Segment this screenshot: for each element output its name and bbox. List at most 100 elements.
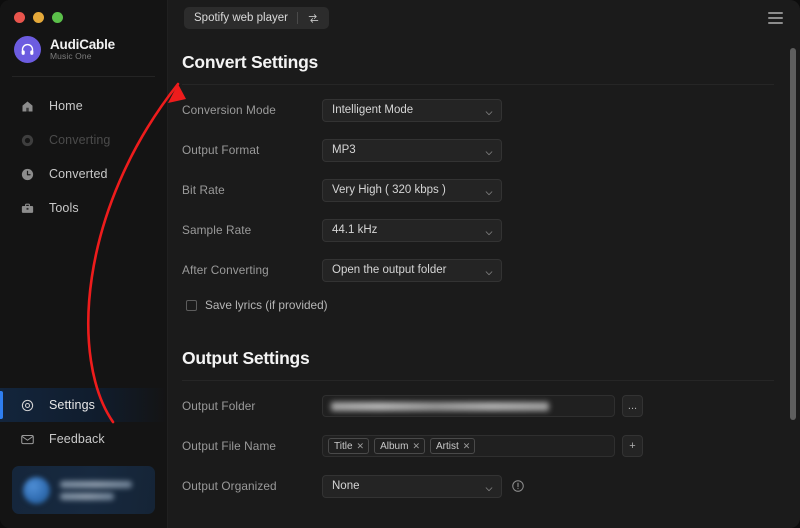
- chevron-down-icon: [484, 145, 494, 156]
- chevron-down-icon: [484, 225, 494, 236]
- close-window-button[interactable]: [14, 12, 25, 23]
- hamburger-menu-icon[interactable]: [768, 10, 786, 26]
- tag-album[interactable]: Album ✕: [374, 438, 425, 454]
- chevron-down-icon: [484, 481, 494, 492]
- info-icon[interactable]: [511, 479, 525, 493]
- setting-row-output-file-name: Output File Name Title ✕ Album ✕ Artist: [182, 431, 774, 461]
- headphones-icon: [14, 36, 41, 63]
- sidebar-item-label: Settings: [49, 398, 95, 412]
- row-label: After Converting: [182, 263, 269, 277]
- tag-title[interactable]: Title ✕: [328, 438, 370, 454]
- window-traffic-lights: [0, 0, 167, 23]
- toolbox-icon: [19, 200, 36, 217]
- pill-divider: [296, 12, 298, 24]
- home-icon: [19, 98, 36, 115]
- maximize-window-button[interactable]: [52, 12, 63, 23]
- tag-label: Album: [380, 440, 409, 452]
- sidebar-item-settings[interactable]: Settings: [0, 388, 167, 422]
- chevron-down-icon: [484, 265, 494, 276]
- output-folder-path-blurred: [331, 401, 549, 411]
- sidebar: AudiCable Music One Home Converting Conv…: [0, 0, 168, 528]
- sample-rate-select[interactable]: 44.1 kHz: [322, 218, 502, 242]
- close-icon[interactable]: ✕: [357, 441, 365, 451]
- add-tag-button[interactable]: +: [622, 435, 643, 457]
- sidebar-item-label: Converting: [49, 133, 111, 147]
- converting-icon: [19, 132, 36, 149]
- scrollbar-track[interactable]: [790, 40, 796, 522]
- section-divider: [182, 84, 774, 85]
- envelope-icon: [19, 431, 36, 448]
- sidebar-item-feedback[interactable]: Feedback: [0, 422, 167, 456]
- account-text-blurred: [60, 480, 144, 500]
- row-label: Bit Rate: [182, 183, 225, 197]
- account-name-blurred: [60, 480, 133, 488]
- sidebar-item-converted[interactable]: Converted: [0, 157, 167, 191]
- section-divider: [182, 380, 774, 381]
- row-label: Sample Rate: [182, 223, 252, 237]
- output-organized-select[interactable]: None: [322, 474, 502, 498]
- sidebar-item-label: Converted: [49, 167, 108, 181]
- tag-label: Artist: [435, 440, 459, 452]
- close-icon[interactable]: ✕: [463, 441, 471, 451]
- conversion-mode-select[interactable]: Intelligent Mode: [322, 98, 502, 122]
- setting-row-after-converting: After Converting Open the output folder: [182, 255, 774, 285]
- brand-subtitle: Music One: [50, 51, 92, 62]
- section-title-general: General: [182, 521, 774, 528]
- sidebar-item-converting[interactable]: Converting: [0, 123, 167, 157]
- section-title-output: Output Settings: [182, 348, 310, 368]
- save-lyrics-label: Save lyrics (if provided): [205, 298, 328, 312]
- row-label: Output Organized: [182, 479, 277, 493]
- brand-name: AudiCable: [50, 37, 115, 53]
- row-label: Output File Name: [182, 439, 277, 453]
- sidebar-item-label: Home: [49, 99, 83, 113]
- select-value: None: [332, 480, 360, 492]
- settings-scroll-area[interactable]: Convert Settings Conversion Mode Intelli…: [168, 36, 800, 528]
- close-icon[interactable]: ✕: [412, 441, 420, 451]
- gear-outline-icon: [19, 397, 36, 414]
- select-value: MP3: [332, 144, 356, 156]
- sidebar-divider: [12, 76, 155, 77]
- setting-row-conversion-mode: Conversion Mode Intelligent Mode: [182, 95, 774, 125]
- main-panel: Spotify web player Convert Settings Conv…: [168, 0, 800, 528]
- chevron-down-icon: [484, 185, 494, 196]
- setting-row-sample-rate: Sample Rate 44.1 kHz: [182, 215, 774, 245]
- tag-label: Title: [334, 440, 353, 452]
- select-value: Open the output folder: [332, 264, 447, 276]
- select-value: Intelligent Mode: [332, 104, 414, 116]
- account-card[interactable]: [12, 466, 155, 514]
- output-format-select[interactable]: MP3: [322, 138, 502, 162]
- bit-rate-select[interactable]: Very High ( 320 kbps ): [322, 178, 502, 202]
- app-window: AudiCable Music One Home Converting Conv…: [0, 0, 800, 528]
- avatar: [23, 476, 50, 504]
- source-label: Spotify web player: [194, 12, 288, 24]
- page-title: Convert Settings: [182, 52, 319, 72]
- sidebar-nav: Home Converting Converted Tools: [0, 89, 167, 225]
- sidebar-item-label: Tools: [49, 201, 79, 215]
- save-lyrics-checkbox[interactable]: [186, 299, 197, 311]
- setting-row-output-folder: Output Folder ...: [182, 391, 774, 421]
- sidebar-bottom: Settings Feedback: [0, 388, 167, 528]
- save-lyrics-row: Save lyrics (if provided): [182, 298, 774, 312]
- scrollbar-thumb[interactable]: [790, 48, 796, 420]
- chevron-down-icon: [484, 105, 494, 116]
- output-file-name-tags[interactable]: Title ✕ Album ✕ Artist ✕: [322, 435, 615, 457]
- swap-icon[interactable]: [305, 9, 323, 27]
- clock-icon: [19, 166, 36, 183]
- row-label: Output Format: [182, 143, 260, 157]
- setting-row-output-format: Output Format MP3: [182, 135, 774, 165]
- select-value: 44.1 kHz: [332, 224, 378, 236]
- setting-row-output-organized: Output Organized None: [182, 471, 774, 501]
- row-label: Output Folder: [182, 399, 256, 413]
- sidebar-item-home[interactable]: Home: [0, 89, 167, 123]
- output-folder-input[interactable]: [322, 395, 615, 417]
- source-selector-pill[interactable]: Spotify web player: [184, 7, 329, 29]
- account-email-blurred: [60, 492, 114, 500]
- tag-artist[interactable]: Artist ✕: [429, 438, 476, 454]
- after-converting-select[interactable]: Open the output folder: [322, 258, 502, 282]
- row-label: Conversion Mode: [182, 103, 276, 117]
- browse-folder-button[interactable]: ...: [622, 395, 643, 417]
- sidebar-item-label: Feedback: [49, 432, 105, 446]
- minimize-window-button[interactable]: [33, 12, 44, 23]
- top-bar: Spotify web player: [168, 0, 800, 36]
- sidebar-item-tools[interactable]: Tools: [0, 191, 167, 225]
